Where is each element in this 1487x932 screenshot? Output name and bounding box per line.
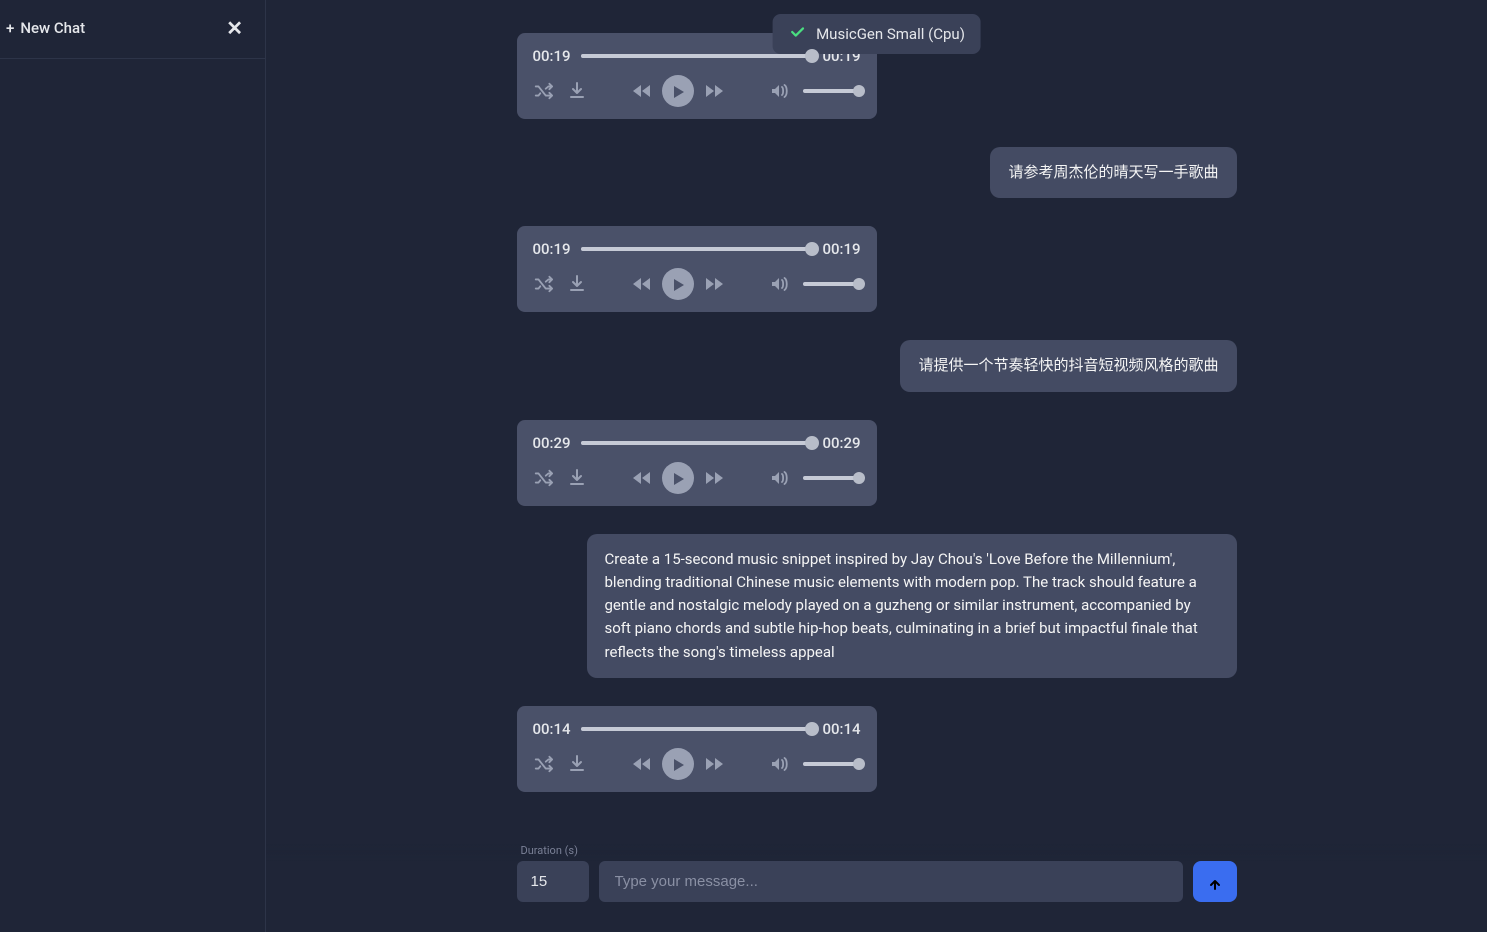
volume-icon[interactable]	[769, 468, 789, 488]
play-button[interactable]	[662, 268, 694, 300]
time-current: 00:29	[533, 434, 571, 452]
close-icon[interactable]: ✕	[222, 16, 247, 40]
main-area: MusicGen Small (Cpu) 00:19 00:19	[266, 0, 1487, 932]
audio-player: 00:29 00:29	[517, 420, 877, 506]
shuffle-icon[interactable]	[533, 274, 553, 294]
time-current: 00:19	[533, 47, 571, 65]
volume-slider[interactable]	[803, 476, 861, 480]
user-message: 请参考周杰伦的晴天写一手歌曲	[990, 147, 1236, 198]
audio-player: 00:14 00:14	[517, 706, 877, 792]
download-icon[interactable]	[567, 754, 587, 774]
time-total: 00:19	[822, 240, 860, 258]
play-button[interactable]	[662, 75, 694, 107]
plus-icon: +	[6, 19, 14, 37]
volume-slider[interactable]	[803, 282, 861, 286]
new-chat-button[interactable]: + New Chat	[6, 19, 85, 37]
download-icon[interactable]	[567, 468, 587, 488]
composer: Duration (s)	[266, 844, 1487, 932]
message-input[interactable]	[599, 861, 1183, 902]
forward-icon[interactable]	[704, 80, 726, 102]
forward-icon[interactable]	[704, 273, 726, 295]
volume-slider[interactable]	[803, 89, 861, 93]
user-message: Create a 15-second music snippet inspire…	[587, 534, 1237, 678]
model-badge[interactable]: MusicGen Small (Cpu)	[772, 14, 981, 54]
chat-scroll[interactable]: 00:19 00:19	[266, 0, 1487, 932]
sidebar-header: + New Chat ✕	[0, 0, 265, 59]
audio-player: 00:19 00:19	[517, 226, 877, 312]
chat-thread: 00:19 00:19	[517, 33, 1237, 792]
volume-slider[interactable]	[803, 762, 861, 766]
arrow-up-icon	[1206, 873, 1224, 891]
model-label: MusicGen Small (Cpu)	[816, 25, 965, 43]
rewind-icon[interactable]	[630, 273, 652, 295]
volume-icon[interactable]	[769, 274, 789, 294]
rewind-icon[interactable]	[630, 80, 652, 102]
rewind-icon[interactable]	[630, 467, 652, 489]
play-button[interactable]	[662, 462, 694, 494]
user-message: 请提供一个节奏轻快的抖音短视频风格的歌曲	[900, 340, 1236, 391]
volume-icon[interactable]	[769, 81, 789, 101]
time-total: 00:14	[822, 720, 860, 738]
rewind-icon[interactable]	[630, 753, 652, 775]
download-icon[interactable]	[567, 274, 587, 294]
sidebar: + New Chat ✕	[0, 0, 266, 932]
progress-slider[interactable]	[581, 441, 813, 445]
time-current: 00:19	[533, 240, 571, 258]
duration-label: Duration (s)	[517, 844, 1237, 857]
volume-icon[interactable]	[769, 754, 789, 774]
forward-icon[interactable]	[704, 467, 726, 489]
forward-icon[interactable]	[704, 753, 726, 775]
send-button[interactable]	[1193, 861, 1237, 902]
shuffle-icon[interactable]	[533, 468, 553, 488]
new-chat-label: New Chat	[20, 19, 85, 37]
time-current: 00:14	[533, 720, 571, 738]
progress-slider[interactable]	[581, 54, 813, 58]
play-button[interactable]	[662, 748, 694, 780]
duration-input[interactable]	[517, 861, 589, 902]
shuffle-icon[interactable]	[533, 754, 553, 774]
download-icon[interactable]	[567, 81, 587, 101]
check-icon	[788, 23, 806, 45]
progress-slider[interactable]	[581, 727, 813, 731]
shuffle-icon[interactable]	[533, 81, 553, 101]
time-total: 00:29	[822, 434, 860, 452]
progress-slider[interactable]	[581, 247, 813, 251]
